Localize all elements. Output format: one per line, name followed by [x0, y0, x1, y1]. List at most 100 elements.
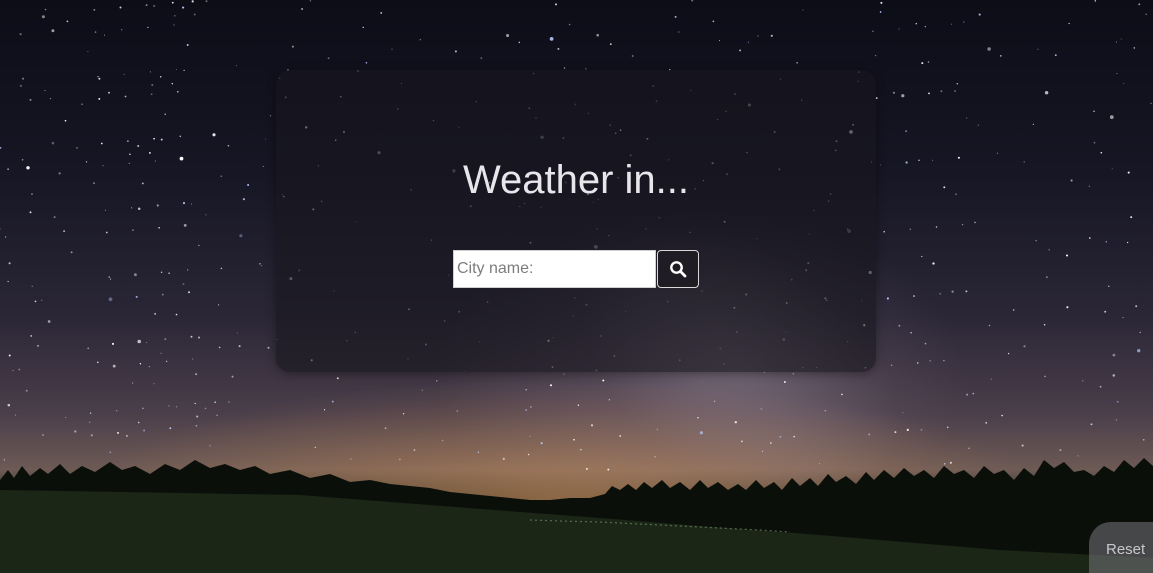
star: [1145, 13, 1148, 16]
star: [19, 84, 22, 87]
star: [193, 13, 196, 16]
star: [609, 43, 612, 45]
star: [1090, 423, 1093, 426]
star: [1150, 102, 1152, 105]
star: [1130, 216, 1133, 219]
star: [25, 389, 28, 392]
star: [1093, 141, 1096, 144]
star: [0, 147, 2, 149]
star: [872, 30, 874, 32]
star: [909, 228, 912, 231]
star: [921, 255, 923, 258]
star: [770, 34, 773, 37]
star: [1044, 90, 1049, 95]
star: [1123, 82, 1125, 85]
star: [81, 103, 83, 106]
star: [124, 95, 127, 98]
star: [264, 138, 267, 140]
star: [154, 313, 156, 315]
star: [963, 21, 965, 23]
star: [235, 65, 237, 67]
star: [1139, 331, 1141, 334]
star: [1023, 161, 1025, 163]
star: [596, 33, 599, 37]
star: [988, 324, 991, 327]
star: [529, 435, 531, 437]
star: [97, 76, 99, 78]
star: [183, 69, 185, 72]
star: [1001, 414, 1003, 417]
star: [182, 6, 185, 9]
star: [195, 424, 198, 427]
star: [98, 97, 101, 100]
star: [173, 24, 175, 26]
star: [1066, 306, 1069, 309]
star: [269, 115, 272, 117]
star: [946, 426, 949, 429]
star: [8, 354, 11, 357]
star: [218, 346, 221, 349]
star: [85, 161, 88, 163]
star: [563, 67, 566, 69]
star: [110, 278, 112, 280]
star: [965, 290, 968, 293]
star: [8, 262, 11, 265]
star: [739, 49, 742, 52]
star: [902, 412, 904, 414]
search-button[interactable]: [657, 250, 699, 288]
star: [64, 119, 67, 122]
star: [259, 262, 261, 265]
star: [7, 403, 11, 407]
star: [898, 324, 901, 327]
star: [1109, 115, 1114, 119]
star: [619, 435, 622, 437]
star: [171, 1, 174, 4]
star: [1133, 47, 1136, 49]
star: [93, 8, 96, 11]
star: [384, 427, 387, 430]
star: [160, 271, 163, 274]
star: [231, 375, 234, 378]
star: [362, 26, 364, 29]
star: [1105, 241, 1108, 243]
star: [1108, 285, 1110, 287]
star: [137, 421, 140, 424]
star: [42, 434, 44, 436]
star: [1116, 72, 1118, 75]
star: [568, 23, 571, 26]
star: [22, 77, 25, 80]
star: [204, 407, 207, 410]
star: [1089, 237, 1091, 239]
star: [436, 380, 438, 382]
star: [18, 368, 21, 371]
star: [966, 393, 969, 396]
star: [557, 47, 560, 50]
star: [29, 98, 32, 101]
star: [932, 262, 935, 265]
star: [145, 4, 148, 7]
star: [179, 135, 182, 138]
weather-card: Weather in...: [276, 70, 876, 372]
star: [205, 0, 208, 3]
star: [927, 61, 930, 63]
star: [108, 276, 111, 278]
star: [555, 3, 557, 6]
star: [713, 400, 716, 402]
star: [174, 15, 176, 17]
star: [932, 159, 934, 161]
star: [53, 216, 56, 219]
star: [98, 77, 101, 80]
star: [978, 13, 981, 16]
star: [103, 34, 106, 36]
city-name-input[interactable]: [453, 250, 656, 288]
star: [602, 379, 605, 382]
star: [153, 383, 155, 385]
star: [58, 172, 61, 175]
star: [898, 28, 900, 30]
star: [89, 412, 92, 414]
star: [868, 433, 871, 436]
star: [549, 37, 554, 41]
reset-button-label: Reset: [1106, 541, 1146, 558]
page-title: Weather in...: [462, 158, 690, 202]
star: [456, 410, 459, 412]
